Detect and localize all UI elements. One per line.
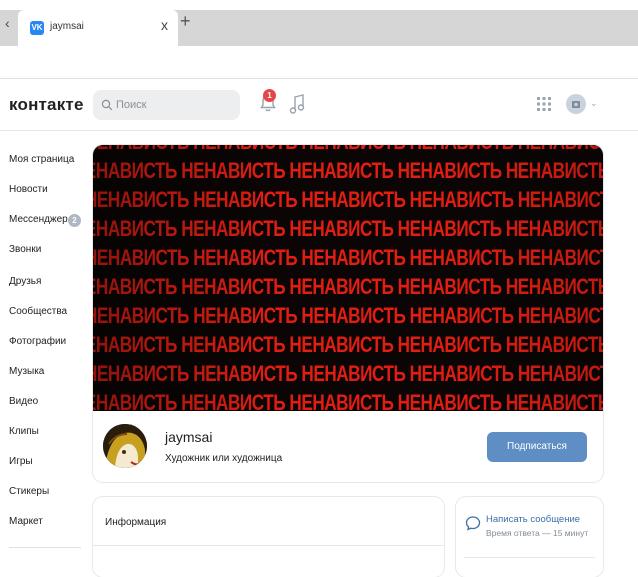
music-icon[interactable] [289,93,305,115]
sidebar-item-my-page[interactable]: Моя страница [9,154,74,165]
left-navigation [0,140,90,566]
write-message-link[interactable]: Написать сообщение [486,514,580,525]
cover-vignette [93,145,603,411]
tab-title: jaymsai [50,21,84,32]
vk-favicon-icon: VK [30,21,44,35]
subscribe-button[interactable]: Подписаться [487,432,587,462]
site-logo[interactable]: контакте [9,95,84,115]
profile-name: jaymsai [165,429,213,445]
tab-scroll-left-icon[interactable]: ‹ [5,15,10,31]
information-card: Информация [93,497,444,577]
search-icon [101,99,113,111]
sidebar-item-news[interactable]: Новости [9,184,48,195]
search-input[interactable]: Поиск [93,90,240,120]
camera-placeholder-icon [572,101,580,108]
write-message-card[interactable]: Написать сообщение Время ответа — 15 мин… [456,497,603,577]
message-bubble-icon [465,516,481,531]
sidebar-item-music[interactable]: Музыка [9,366,44,377]
sidebar-item-friends[interactable]: Друзья [9,276,41,287]
apps-grid-icon[interactable] [537,97,551,111]
sidebar-item-communities[interactable]: Сообщества [9,306,67,317]
profile-cover-image: НЕНАВИСТЬ НЕНАВИСТЬ НЕНАВИСТЬ НЕНАВИСТЬ … [93,145,603,411]
tab-close-icon[interactable]: x [161,17,168,33]
profile-description: Художник или художница [165,453,283,464]
browser-tab-bar: ‹ VK jaymsai x + [0,0,638,46]
messenger-count-badge: 2 [68,214,81,227]
address-bar[interactable] [0,46,638,79]
notification-badge: 1 [263,89,276,102]
search-placeholder: Поиск [116,99,147,111]
sidebar-item-stickers[interactable]: Стикеры [9,486,49,497]
information-title: Информация [105,517,167,528]
profile-avatar[interactable] [103,424,147,468]
message-divider [464,557,595,558]
sidebar-item-market[interactable]: Маркет [9,516,43,527]
sidebar-item-photos[interactable]: Фотографии [9,336,66,347]
sidebar-item-messenger[interactable]: Мессенджер [9,214,68,225]
response-time-text: Время ответа — 15 минут [486,528,589,538]
sidebar-item-video[interactable]: Видео [9,396,38,407]
avatar-artwork-icon [103,424,147,468]
sidebar-divider [9,547,81,548]
information-divider [93,545,444,546]
profile-info: jaymsai Художник или художница Подписать… [93,411,603,482]
new-tab-icon[interactable]: + [180,12,191,30]
browser-tab[interactable]: VK jaymsai x [18,10,178,46]
avatar-icon[interactable] [566,94,586,114]
chevron-down-icon[interactable]: ⌄ [590,98,598,109]
sidebar-item-clips[interactable]: Клипы [9,426,39,437]
profile-card: НЕНАВИСТЬ НЕНАВИСТЬ НЕНАВИСТЬ НЕНАВИСТЬ … [93,145,603,482]
sidebar-item-games[interactable]: Игры [9,456,33,467]
sidebar-item-calls[interactable]: Звонки [9,244,41,255]
site-header: контакте Поиск 1 ⌄ [0,80,638,131]
